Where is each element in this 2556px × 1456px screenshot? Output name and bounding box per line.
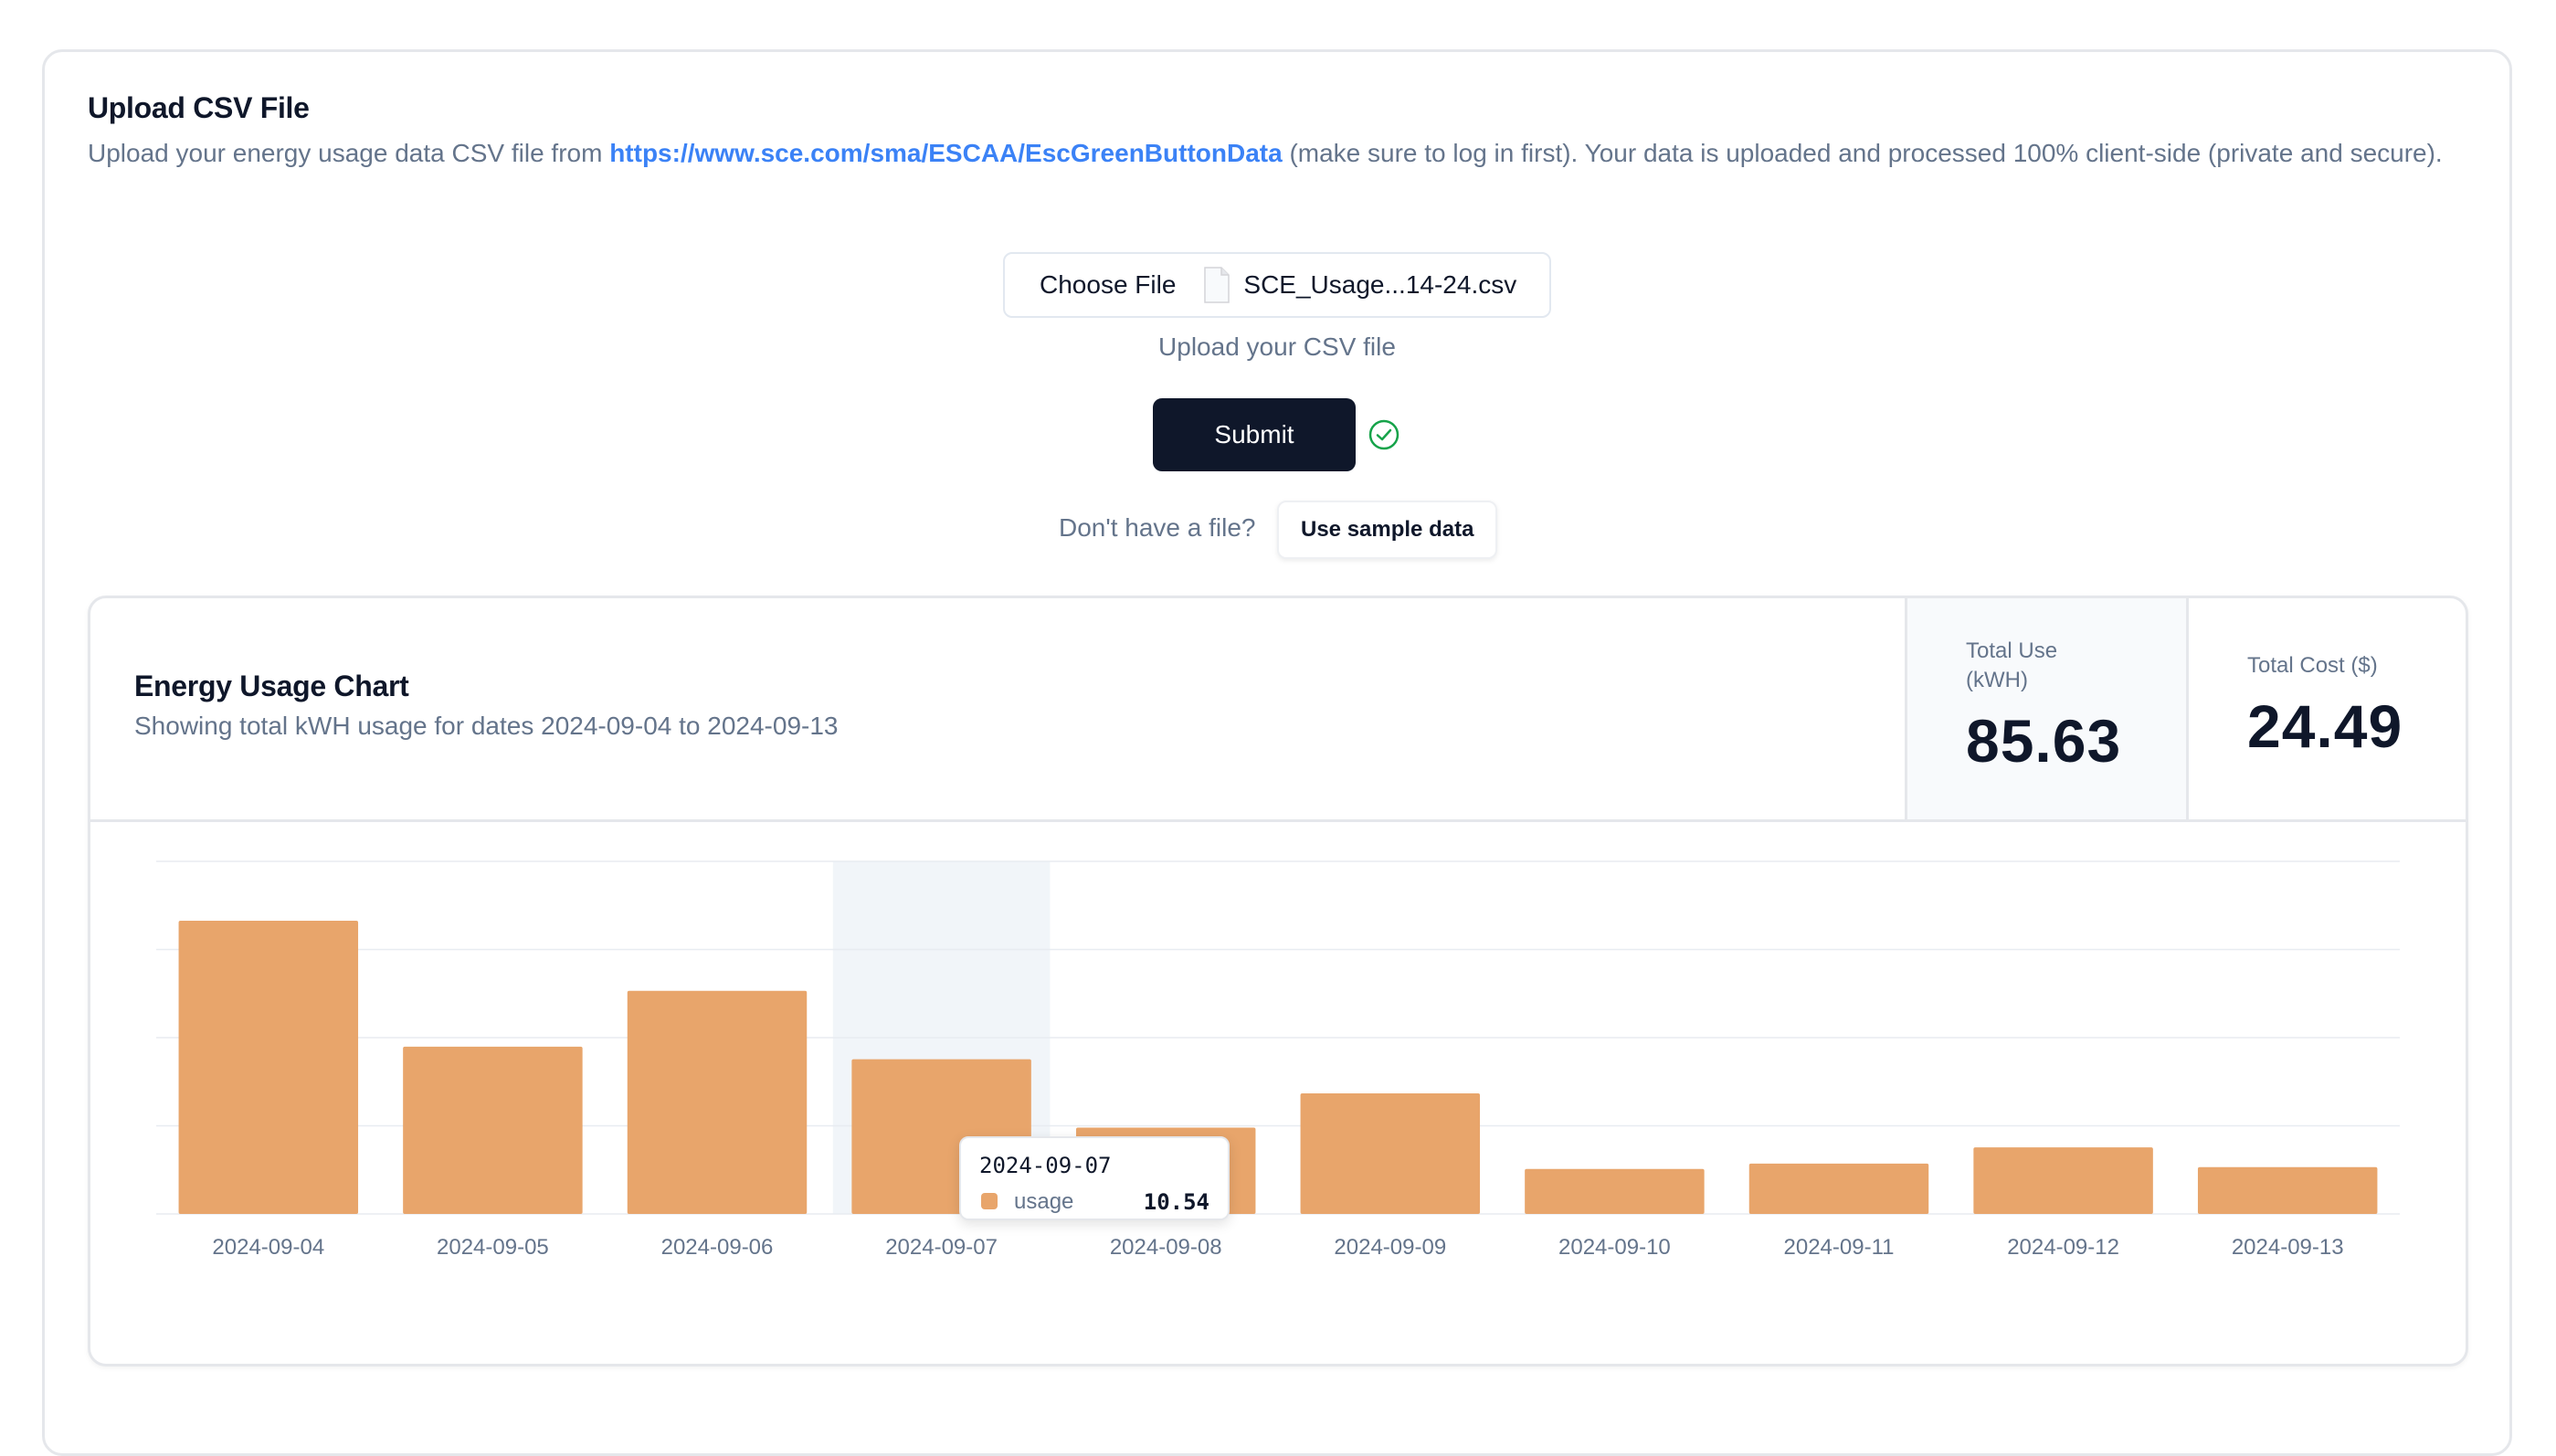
tooltip-value: 10.54: [1143, 1189, 1209, 1215]
check-circle-icon: [1368, 419, 1399, 450]
file-icon: [1204, 267, 1230, 303]
bar-2024-09-04[interactable]: [178, 920, 359, 1214]
x-tick-label: 2024-09-06: [661, 1235, 774, 1260]
x-tick-label: 2024-09-10: [1558, 1235, 1671, 1260]
description-suffix: (make sure to log in first). Your data i…: [1282, 139, 2443, 167]
bar-2024-09-10[interactable]: [1525, 1168, 1705, 1214]
usage-bar-chart: 2024-09-04 2024-09-05 2024-09-06 2024-09-07…: [156, 860, 2400, 1260]
sce-data-link[interactable]: https://www.sce.com/sma/ESCAA/EscGreenBu…: [609, 139, 1282, 167]
chart-subtitle: Showing total kWH usage for dates 2024-0…: [134, 712, 839, 740]
x-tick-label: 2024-09-05: [437, 1235, 549, 1260]
description-prefix: Upload your energy usage data CSV file f…: [88, 139, 610, 167]
x-tick-label: 2024-09-07: [885, 1235, 998, 1260]
bar-2024-09-13[interactable]: [2197, 1166, 2378, 1214]
tooltip-date: 2024-09-07: [979, 1153, 1112, 1178]
stat-total-use-label: Total Use (kWH): [1966, 638, 2058, 692]
bar-2024-09-12[interactable]: [1973, 1147, 2153, 1214]
bar-2024-09-05[interactable]: [403, 1046, 583, 1214]
x-tick-label: 2024-09-11: [1784, 1235, 1895, 1260]
x-tick-label: 2024-09-08: [1110, 1235, 1222, 1260]
chart-title: Energy Usage Chart: [134, 670, 409, 702]
upload-title: Upload CSV File: [88, 91, 310, 124]
x-tick-label: 2024-09-12: [2007, 1235, 2119, 1260]
choose-file-button[interactable]: Choose File: [1005, 254, 1198, 316]
stat-total-use-value: 85.63: [1966, 707, 2122, 775]
bar-2024-09-11[interactable]: [1748, 1163, 1929, 1214]
upload-hint: Upload your CSV file: [1158, 332, 1396, 361]
chart-tooltip: 2024-09-07 usage 10.54: [959, 1136, 1230, 1220]
no-file-text: Don't have a file?: [1059, 513, 1256, 542]
submit-button[interactable]: Submit: [1153, 398, 1356, 471]
energy-chart-card: Energy Usage Chart Showing total kWH usa…: [88, 596, 2468, 1366]
use-sample-data-button[interactable]: Use sample data: [1277, 501, 1498, 559]
tooltip-swatch: [981, 1193, 998, 1209]
stat-total-cost-value: 24.49: [2247, 692, 2403, 760]
x-tick-label: 2024-09-09: [1334, 1235, 1446, 1260]
file-input[interactable]: Choose File SCE_Usage...14-24.csv: [1003, 252, 1551, 318]
bar-2024-09-06[interactable]: [627, 990, 808, 1214]
stat-total-use[interactable]: Total Use (kWH) 85.63: [1905, 598, 2186, 819]
x-tick-label: 2024-09-04: [212, 1235, 324, 1260]
selected-file-name: SCE_Usage...14-24.csv: [1243, 270, 1517, 299]
tooltip-key: usage: [1014, 1189, 1074, 1214]
bar-2024-09-09[interactable]: [1300, 1093, 1481, 1214]
stat-total-cost[interactable]: Total Cost ($) 24.49: [2186, 598, 2466, 819]
upload-description: Upload your energy usage data CSV file f…: [88, 135, 2463, 172]
x-tick-label: 2024-09-13: [2232, 1235, 2344, 1260]
stat-total-cost-label: Total Cost ($): [2247, 653, 2378, 678]
chart-header: Energy Usage Chart Showing total kWH usa…: [90, 598, 2466, 822]
